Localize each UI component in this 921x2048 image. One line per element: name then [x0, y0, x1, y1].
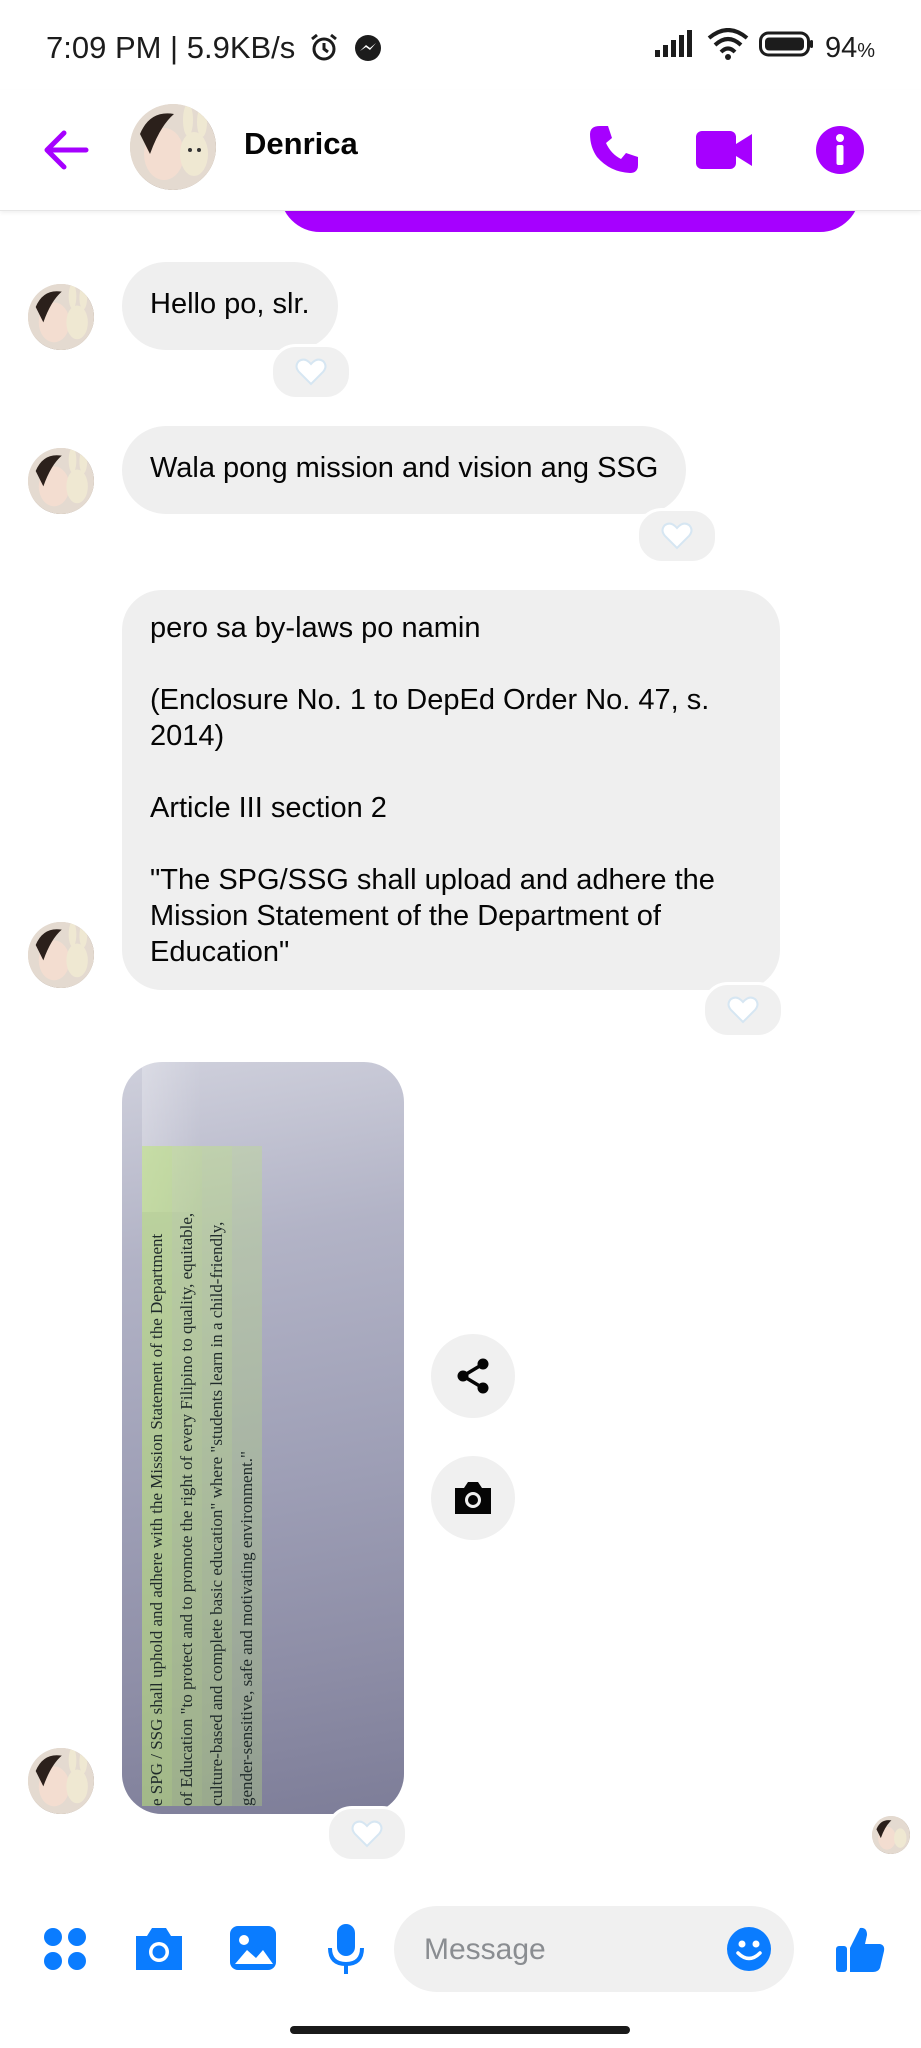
- message-avatar: [28, 284, 94, 350]
- battery-percent: 94%: [824, 31, 875, 64]
- camera-icon: [455, 1482, 491, 1514]
- message-line: Article III section 2: [150, 792, 387, 824]
- reaction-button[interactable]: [636, 508, 718, 564]
- video-camera-icon: [696, 131, 752, 169]
- wifi-icon: [707, 28, 749, 68]
- video-call-button[interactable]: [694, 122, 756, 178]
- gallery-button[interactable]: [228, 1924, 278, 1972]
- received-message-bubble[interactable]: Wala pong mission and vision ang SSG: [122, 426, 687, 514]
- like-button[interactable]: [834, 1924, 886, 1974]
- message-line: pero sa by-laws po namin: [150, 612, 481, 644]
- voice-button[interactable]: [326, 1922, 366, 1976]
- reaction-button[interactable]: [702, 982, 784, 1038]
- message-line: (Enclosure No. 1 to DepEd Order No. 47, …: [150, 684, 710, 752]
- photo-text-rotated: e SPG / SSG shall uphold and adhere with…: [142, 1146, 262, 1806]
- share-icon: [457, 1358, 489, 1394]
- emoji-icon: [727, 1927, 771, 1971]
- apps-icon: [44, 1928, 86, 1970]
- phone-icon: [590, 126, 638, 173]
- message-avatar: [28, 1748, 94, 1814]
- gallery-icon: [230, 1926, 276, 1970]
- camera-icon: [136, 1928, 182, 1970]
- heart-icon: [661, 522, 693, 550]
- message-text: Wala pong mission and vision ang SSG: [150, 452, 659, 484]
- heart-icon: [295, 358, 327, 386]
- photo-message[interactable]: e SPG / SSG shall uphold and adhere with…: [122, 1062, 404, 1814]
- reaction-button[interactable]: [270, 344, 352, 400]
- home-indicator[interactable]: [290, 2026, 630, 2034]
- received-message-bubble[interactable]: pero sa by-laws po namin (Enclosure No. …: [122, 590, 780, 990]
- message-avatar: [28, 922, 94, 988]
- received-message-bubble[interactable]: Hello po, slr.: [122, 262, 338, 350]
- message-avatar: [28, 448, 94, 514]
- status-right: 94%: [653, 28, 875, 68]
- signal-icon: [653, 30, 697, 66]
- share-button[interactable]: [431, 1334, 515, 1418]
- message-input[interactable]: [422, 1906, 716, 1994]
- info-icon: [816, 126, 864, 174]
- microphone-icon: [328, 1924, 364, 1974]
- status-time: 7:09 PM | 5.9KB/s: [46, 30, 383, 71]
- camera-button[interactable]: [132, 1924, 186, 1974]
- photo-text-line: gender-sensitive, safe and motivating en…: [232, 1146, 262, 1806]
- save-photo-button[interactable]: [431, 1456, 515, 1540]
- message-line: "The SPG/SSG shall upload and adhere the…: [150, 864, 715, 968]
- heart-icon: [727, 996, 759, 1024]
- info-button[interactable]: [810, 120, 870, 180]
- message-text: Hello po, slr.: [150, 288, 310, 320]
- contact-name[interactable]: Denrica: [244, 126, 358, 162]
- call-button[interactable]: [584, 120, 644, 180]
- photo-text-line: e SPG / SSG shall uphold and adhere with…: [142, 1146, 172, 1806]
- photo-text-line: culture-based and complete basic educati…: [202, 1146, 232, 1806]
- messenger-icon: [353, 33, 383, 71]
- status-time-text: 7:09 PM | 5.9KB/s: [46, 30, 296, 65]
- emoji-button[interactable]: [726, 1926, 772, 1972]
- battery-icon: [758, 30, 815, 66]
- alarm-icon: [308, 31, 340, 71]
- heart-icon: [351, 1820, 383, 1848]
- conversation-header: Denrica: [0, 90, 921, 211]
- message-composer[interactable]: [394, 1906, 794, 1994]
- apps-button[interactable]: [42, 1926, 88, 1972]
- reaction-button[interactable]: [326, 1806, 408, 1862]
- back-button[interactable]: [38, 122, 94, 178]
- back-arrow-icon: [44, 130, 89, 170]
- like-icon: [836, 1927, 885, 1972]
- contact-avatar[interactable]: [130, 104, 216, 190]
- seen-receipt-avatar: [872, 1816, 910, 1854]
- photo-text-line: of Education "to protect and to promote …: [172, 1146, 202, 1806]
